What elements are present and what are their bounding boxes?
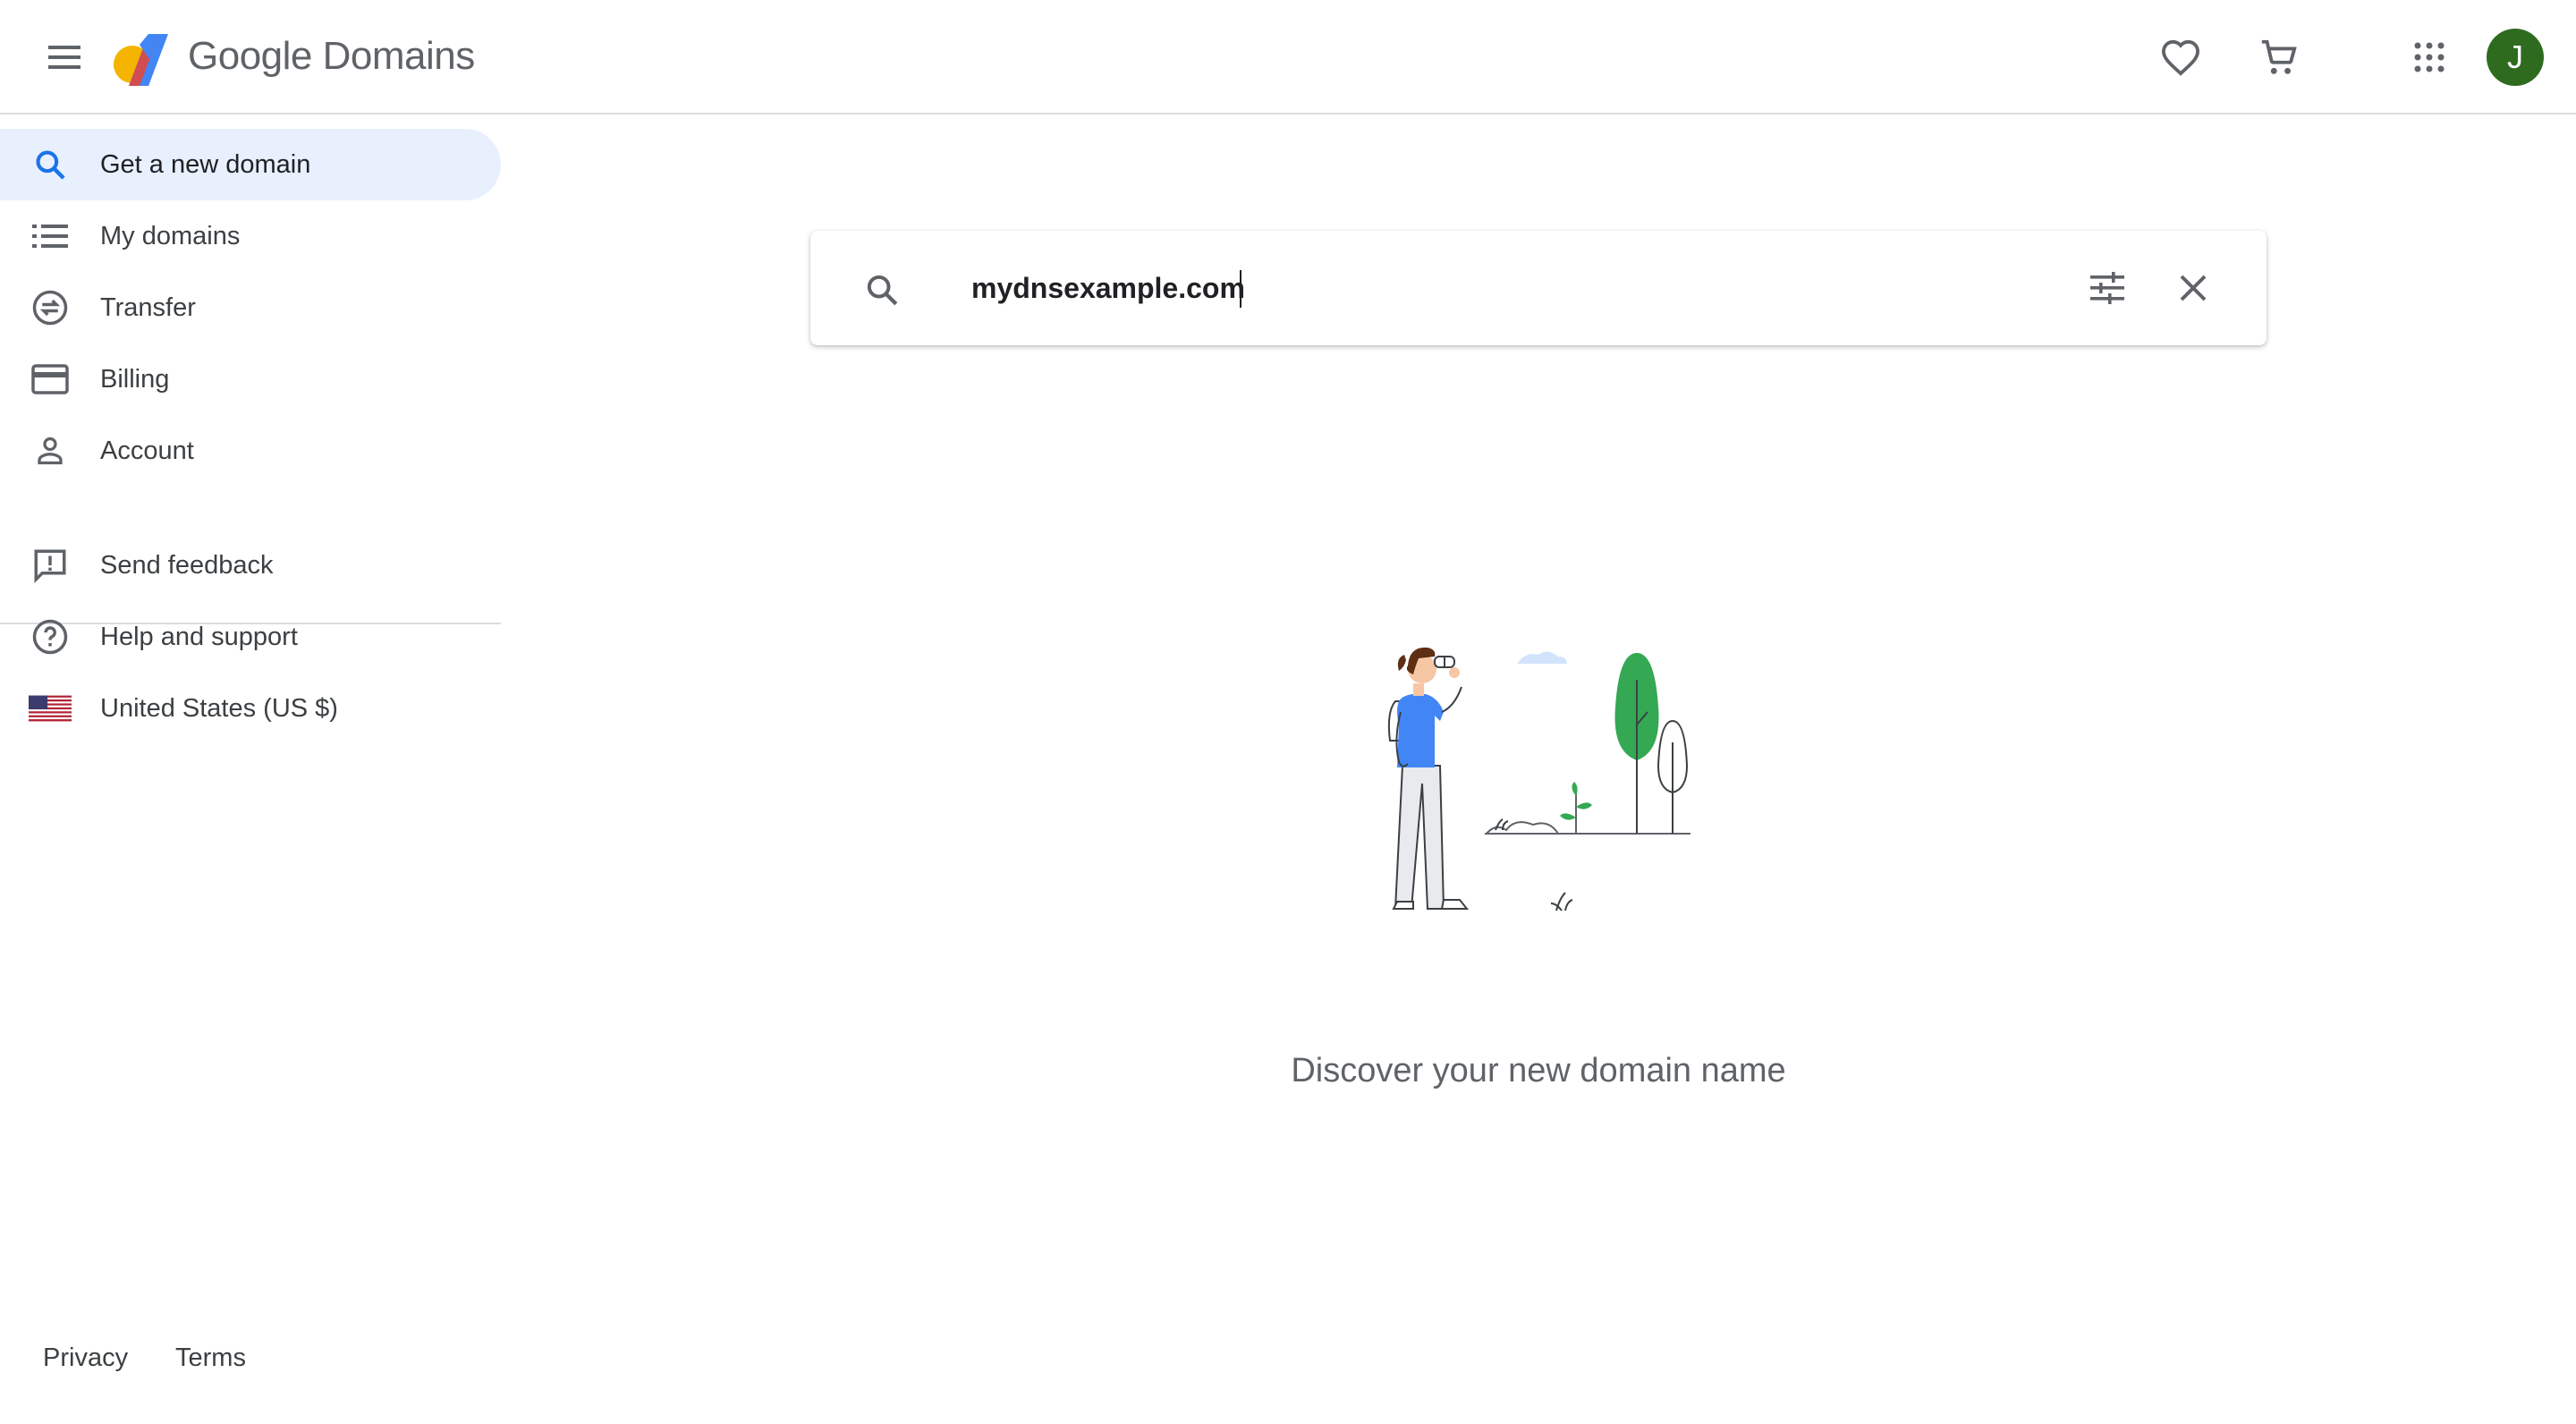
- domain-search-input[interactable]: [971, 261, 1902, 315]
- cart-icon: [2261, 39, 2297, 74]
- domain-search-box: [810, 231, 2267, 345]
- favorite-icon: [2161, 39, 2200, 76]
- apps-icon: [2414, 42, 2445, 72]
- search-filters-button[interactable]: [2080, 261, 2134, 315]
- sidebar-item-transfer[interactable]: Transfer: [0, 272, 501, 343]
- sidebar-item-label: Account: [100, 436, 194, 465]
- close-icon: [2180, 275, 2207, 301]
- credit-card-icon: [29, 361, 72, 397]
- explorer-illustration: [1387, 647, 1690, 911]
- discover-heading: Discover your new domain name: [1291, 1052, 1786, 1089]
- terms-link[interactable]: Terms: [175, 1343, 246, 1373]
- text-cursor: [1240, 270, 1241, 308]
- product-name[interactable]: Google Domains: [188, 34, 475, 79]
- feedback-icon: [29, 547, 72, 583]
- sidebar-item-country-currency[interactable]: United States (US $): [0, 673, 501, 744]
- main-menu-button[interactable]: [39, 38, 89, 77]
- brand-google-text: Google: [188, 34, 312, 78]
- favorites-button[interactable]: [2154, 30, 2207, 84]
- sidebar-item-label: Help and support: [100, 622, 298, 651]
- avatar-initial: J: [2507, 38, 2523, 75]
- sidebar-item-label: Get a new domain: [100, 149, 311, 179]
- brand-product-text: Domains: [322, 34, 476, 78]
- search-icon[interactable]: [860, 268, 903, 311]
- google-domains-logo-icon[interactable]: [113, 32, 172, 88]
- tune-icon: [2090, 272, 2124, 304]
- sidebar-item-my-domains[interactable]: My domains: [0, 200, 501, 272]
- clear-search-button[interactable]: [2166, 261, 2220, 315]
- sidebar-item-account[interactable]: Account: [0, 415, 501, 487]
- menu-icon: [48, 46, 80, 69]
- sidebar-item-get-new-domain[interactable]: Get a new domain: [0, 129, 501, 200]
- sidebar-item-label: Billing: [100, 364, 170, 394]
- account-avatar[interactable]: J: [2487, 29, 2544, 86]
- top-app-bar: Google Domains J: [0, 0, 2576, 114]
- privacy-link[interactable]: Privacy: [43, 1343, 128, 1373]
- person-icon: [29, 433, 72, 469]
- cart-button[interactable]: [2252, 30, 2306, 84]
- sidebar-item-help-support[interactable]: Help and support: [0, 601, 501, 673]
- transfer-icon: [29, 290, 72, 326]
- google-apps-button[interactable]: [2402, 30, 2456, 84]
- sidebar-item-label: Send feedback: [100, 550, 274, 580]
- sidebar-item-label: My domains: [100, 221, 241, 250]
- search-icon: [29, 147, 72, 182]
- sidebar-item-billing[interactable]: Billing: [0, 343, 501, 415]
- help-icon: [29, 619, 72, 655]
- sidebar-item-label: United States (US $): [100, 693, 338, 723]
- us-flag-icon: [29, 691, 72, 726]
- list-icon: [29, 218, 72, 254]
- sidebar-item-label: Transfer: [100, 292, 196, 322]
- sidebar-item-send-feedback[interactable]: Send feedback: [0, 530, 501, 601]
- side-navigation: Get a new domain My domains Transfer Bil…: [0, 114, 501, 1424]
